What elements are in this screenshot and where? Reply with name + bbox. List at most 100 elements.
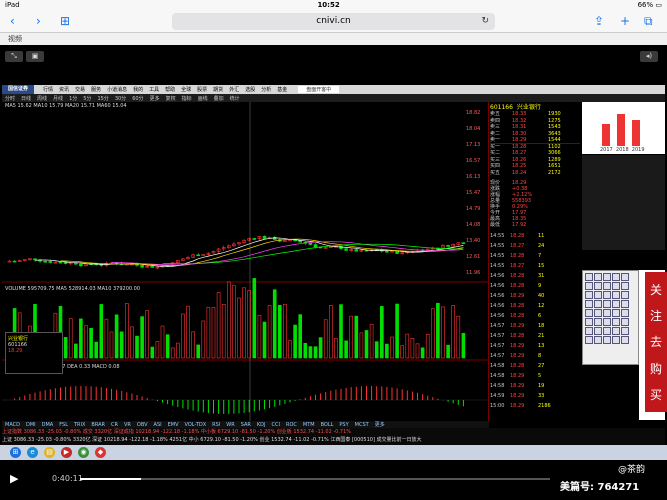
indicator-tab[interactable]: KDJ: [254, 422, 269, 428]
period-tab[interactable]: 画线: [195, 95, 211, 102]
indicator-tab[interactable]: TRIX: [71, 422, 88, 428]
draw-tool-icon[interactable]: [603, 273, 611, 281]
indicator-tab[interactable]: CCI: [269, 422, 283, 428]
reload-icon[interactable]: ↻: [481, 13, 489, 30]
chrome-icon[interactable]: ◉: [78, 447, 89, 458]
period-tab[interactable]: 1分: [66, 95, 80, 102]
share-icon[interactable]: ⇪: [594, 14, 604, 28]
draw-tool-icon[interactable]: [621, 327, 629, 335]
indicator-tab[interactable]: VR: [121, 422, 134, 428]
draw-tool-icon[interactable]: [594, 282, 602, 290]
menu-item[interactable]: 期货: [210, 86, 226, 93]
indicator-tab[interactable]: MCST: [352, 422, 372, 428]
draw-tool-icon[interactable]: [612, 318, 620, 326]
menu-item[interactable]: 小道消息: [104, 86, 130, 93]
indicator-tab[interactable]: OBV: [134, 422, 151, 428]
tabs-icon[interactable]: ⧉: [644, 14, 653, 28]
seek-bar[interactable]: [80, 478, 550, 480]
period-tab[interactable]: 5分: [80, 95, 94, 102]
period-tab[interactable]: 30分: [112, 95, 129, 102]
menu-item[interactable]: 交易: [72, 86, 88, 93]
period-tab[interactable]: 叠加: [211, 95, 227, 102]
indicator-tab[interactable]: BOLL: [318, 422, 337, 428]
draw-tool-icon[interactable]: [585, 327, 593, 335]
pip-icon[interactable]: ▣: [26, 51, 44, 62]
period-tab[interactable]: 60分: [129, 95, 146, 102]
app-icon[interactable]: ◆: [95, 447, 106, 458]
indicator-tab[interactable]: SAR: [238, 422, 254, 428]
indicator-tab[interactable]: ROC: [283, 422, 300, 428]
indicator-tab[interactable]: WR: [223, 422, 237, 428]
info-popup[interactable]: 兴业银行 601166 18.29: [5, 332, 63, 374]
draw-tool-icon[interactable]: [621, 336, 629, 344]
indicator-tab[interactable]: FSL: [56, 422, 71, 428]
draw-tool-icon[interactable]: [603, 318, 611, 326]
draw-tool-icon[interactable]: [612, 282, 620, 290]
folder-icon[interactable]: ▤: [44, 447, 55, 458]
draw-tool-icon[interactable]: [612, 336, 620, 344]
draw-tool-icon[interactable]: [594, 291, 602, 299]
draw-tool-icon[interactable]: [585, 336, 593, 344]
period-tab[interactable]: 周线: [34, 95, 50, 102]
draw-tool-icon[interactable]: [621, 318, 629, 326]
indicator-tab[interactable]: MACD: [2, 422, 23, 428]
draw-tool-icon[interactable]: [594, 336, 602, 344]
indicator-tab[interactable]: BRAR: [88, 422, 108, 428]
draw-tool-icon[interactable]: [585, 318, 593, 326]
draw-tool-icon[interactable]: [594, 318, 602, 326]
back-icon[interactable]: ‹: [10, 14, 15, 28]
draw-tool-icon[interactable]: [603, 336, 611, 344]
menu-item[interactable]: 股票: [194, 86, 210, 93]
period-tab[interactable]: 统计: [227, 95, 243, 102]
forward-icon[interactable]: ›: [36, 14, 41, 28]
indicator-tab[interactable]: RSI: [209, 422, 223, 428]
bookmarks-icon[interactable]: ⊞: [60, 14, 70, 28]
ie-icon[interactable]: e: [27, 447, 38, 458]
volume-icon[interactable]: ◂): [640, 51, 658, 62]
period-tab[interactable]: 15分: [94, 95, 111, 102]
start-icon[interactable]: ⊞: [10, 447, 21, 458]
indicator-tab[interactable]: ASI: [151, 422, 165, 428]
period-tab[interactable]: 更多: [147, 95, 163, 102]
draw-tool-icon[interactable]: [621, 291, 629, 299]
draw-tool-icon[interactable]: [594, 300, 602, 308]
menu-item[interactable]: 帮助: [162, 86, 178, 93]
period-tab[interactable]: 复权: [163, 95, 179, 102]
indicator-tab[interactable]: CR: [108, 422, 121, 428]
indicator-tab[interactable]: DMA: [39, 422, 57, 428]
period-tab[interactable]: 月线: [50, 95, 66, 102]
draw-tool-icon[interactable]: [621, 300, 629, 308]
draw-tool-icon[interactable]: [585, 291, 593, 299]
draw-tool-icon[interactable]: [585, 309, 593, 317]
menu-item[interactable]: 选股: [242, 86, 258, 93]
menu-item[interactable]: 资讯: [56, 86, 72, 93]
draw-tool-icon[interactable]: [621, 309, 629, 317]
menu-item[interactable]: 外汇: [226, 86, 242, 93]
menu-item[interactable]: 全球: [178, 86, 194, 93]
indicator-tab[interactable]: MTM: [300, 422, 318, 428]
draw-tool-icon[interactable]: [612, 291, 620, 299]
menu-item[interactable]: 基金: [274, 86, 290, 93]
indicator-tab[interactable]: VOL-TDX: [182, 422, 210, 428]
menu-item[interactable]: 分析: [258, 86, 274, 93]
draw-tool-icon[interactable]: [594, 273, 602, 281]
draw-tool-icon[interactable]: [585, 282, 593, 290]
draw-tool-icon[interactable]: [612, 309, 620, 317]
menu-item[interactable]: 我的: [130, 86, 146, 93]
indicator-tab[interactable]: 更多: [372, 421, 388, 428]
draw-tool-icon[interactable]: [621, 273, 629, 281]
drawing-toolbox[interactable]: [582, 270, 639, 365]
fullscreen-exit-icon[interactable]: ⤡: [5, 51, 23, 62]
draw-tool-icon[interactable]: [612, 273, 620, 281]
indicator-tab[interactable]: DMI: [23, 422, 39, 428]
indicator-tab[interactable]: EMV: [165, 422, 182, 428]
draw-tool-icon[interactable]: [603, 282, 611, 290]
draw-tool-icon[interactable]: [594, 327, 602, 335]
media-icon[interactable]: ▶: [61, 447, 72, 458]
period-tab[interactable]: 指标: [179, 95, 195, 102]
draw-tool-icon[interactable]: [594, 309, 602, 317]
draw-tool-icon[interactable]: [603, 300, 611, 308]
draw-tool-icon[interactable]: [612, 327, 620, 335]
draw-tool-icon[interactable]: [603, 309, 611, 317]
new-tab-icon[interactable]: +: [620, 14, 630, 28]
